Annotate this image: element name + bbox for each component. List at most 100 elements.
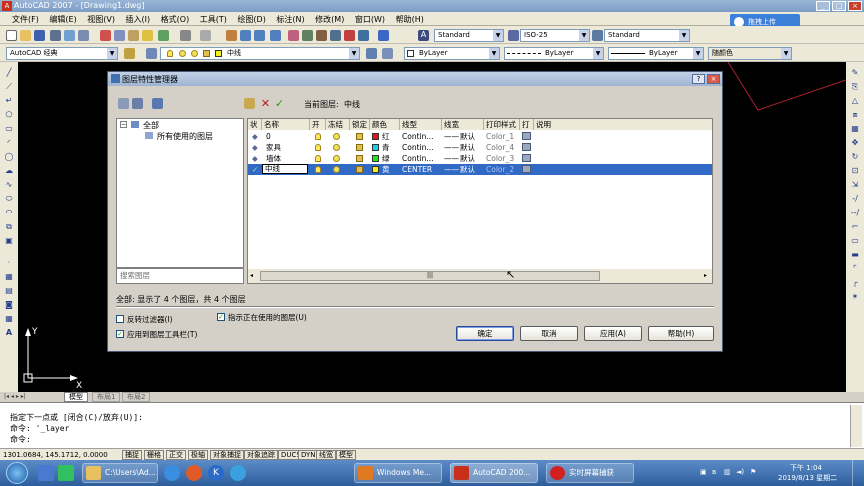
taskbar-screen-capture[interactable]: 实时屏幕捕获 [546, 463, 634, 483]
show-desktop-button[interactable] [852, 460, 864, 486]
menu-modify[interactable]: 修改(M) [311, 12, 348, 27]
taskbar-autocad[interactable]: AutoCAD 200... [450, 463, 538, 483]
col-on[interactable]: 开 [310, 119, 326, 130]
printer-icon[interactable] [522, 154, 531, 162]
move-icon[interactable]: ✥ [850, 138, 860, 148]
markup-icon[interactable] [344, 30, 355, 41]
clock-date[interactable]: 2019/8/13 星期二 [778, 473, 837, 483]
cut-icon[interactable] [100, 30, 111, 41]
sheet-set-icon[interactable] [330, 30, 341, 41]
sun-icon[interactable] [333, 133, 340, 140]
bulb-icon[interactable] [315, 133, 321, 140]
sun-icon[interactable] [333, 166, 340, 173]
text-style-icon[interactable]: A [418, 30, 429, 41]
help-icon[interactable] [378, 30, 389, 41]
polygon-icon[interactable]: ⬠ [4, 110, 14, 120]
dialog-close-button[interactable]: × [707, 74, 720, 84]
undo-icon[interactable] [180, 30, 191, 41]
layer-row[interactable]: ◆ 墙体 绿 Contin... —— 默认 Color_3 [248, 153, 712, 164]
col-lineweight[interactable]: 线宽 [442, 119, 484, 130]
construction-line-icon[interactable]: ⟋ [4, 82, 14, 92]
scroll-right-icon[interactable]: ▸ [704, 272, 707, 279]
bulb-icon[interactable] [315, 155, 321, 162]
arc-icon[interactable]: ◜ [4, 138, 14, 148]
col-freeze[interactable]: 冻结 [326, 119, 350, 130]
scale-icon[interactable]: ⊡ [850, 166, 860, 176]
explode-icon[interactable]: ✶ [850, 292, 860, 302]
layer-lineweight[interactable]: 默认 [458, 131, 475, 142]
dialog-title-bar[interactable]: 图层特性管理器 ? × [108, 72, 722, 86]
preview-icon[interactable] [64, 30, 75, 41]
menu-format[interactable]: 格式(O) [157, 12, 194, 27]
col-description[interactable]: 说明 [534, 119, 712, 130]
design-center-icon[interactable] [302, 30, 313, 41]
layer-linetype[interactable]: Contin... [400, 131, 434, 142]
horizontal-scrollbar[interactable]: ◂ ||| ▸ [248, 269, 712, 283]
lock-icon[interactable] [356, 166, 363, 173]
layer-lineweight[interactable]: 默认 [458, 164, 475, 175]
layer-color-swatch[interactable] [372, 166, 379, 173]
col-plot[interactable]: 打 [520, 119, 534, 130]
grid-toggle[interactable]: 栅格 [144, 450, 164, 460]
menu-window[interactable]: 窗口(W) [351, 12, 389, 27]
otrack-toggle[interactable]: 对象追踪 [244, 450, 278, 460]
layer-previous-icon[interactable] [382, 48, 393, 59]
col-color[interactable]: 颜色 [370, 119, 400, 130]
bluetooth-icon[interactable]: ʙ [712, 468, 716, 476]
apply-to-toolbar-checkbox[interactable]: ✓ [116, 330, 124, 338]
publish-icon[interactable] [78, 30, 89, 41]
osnap-toggle[interactable]: 对象捕捉 [210, 450, 244, 460]
menu-draw[interactable]: 绘图(D) [233, 12, 269, 27]
close-button[interactable]: × [848, 1, 862, 11]
layer-color-swatch[interactable] [372, 155, 379, 162]
layer-color-swatch[interactable] [372, 144, 379, 151]
col-plotstyle[interactable]: 打印样式 [484, 119, 520, 130]
set-current-icon[interactable]: ✓ [274, 98, 285, 109]
network-icon[interactable]: ▥ [724, 468, 731, 476]
circle-icon[interactable]: ◯ [4, 152, 14, 162]
color-select[interactable]: ByLayer ▼ [404, 47, 500, 60]
copy-object-icon[interactable]: ⎘ [850, 82, 860, 92]
coordinate-readout[interactable]: 1301.0684, 145.1712, 0.0000 [3, 451, 108, 459]
redo-icon[interactable] [200, 30, 211, 41]
scroll-left-icon[interactable]: ◂ [250, 272, 253, 279]
menu-view[interactable]: 视图(V) [83, 12, 119, 27]
open-icon[interactable] [20, 30, 31, 41]
menu-dimension[interactable]: 标注(N) [272, 12, 308, 27]
menu-tools[interactable]: 工具(T) [196, 12, 231, 27]
tree-collapse-toggle[interactable]: − [120, 121, 127, 128]
rectangle-icon[interactable]: ▭ [4, 124, 14, 134]
revision-cloud-icon[interactable]: ☁ [4, 166, 14, 176]
linetype-select[interactable]: ByLayer ▼ [504, 47, 604, 60]
help-button[interactable]: 帮助(H) [648, 326, 714, 341]
paste-icon[interactable] [128, 30, 139, 41]
printer-icon[interactable] [522, 143, 531, 151]
new-icon[interactable] [6, 30, 17, 41]
layer-name[interactable]: 墙体 [264, 153, 281, 164]
ok-button[interactable]: 确定 [456, 326, 514, 341]
extend-icon[interactable]: --/ [850, 208, 860, 218]
gradient-icon[interactable]: ▤ [4, 286, 14, 296]
calculator-icon[interactable] [358, 30, 369, 41]
table-style-select[interactable]: Standard ▼ [604, 29, 690, 42]
rotate-icon[interactable]: ↻ [850, 152, 860, 162]
plot-icon[interactable] [50, 30, 61, 41]
lineweight-toggle[interactable]: 线宽 [316, 450, 336, 460]
layer-name-edit-field[interactable]: 中线 [262, 164, 308, 174]
chamfer-icon[interactable]: ⌜ [850, 264, 860, 274]
polar-toggle[interactable]: 极轴 [188, 450, 208, 460]
tab-model[interactable]: 模型 [64, 392, 88, 402]
layer-lineweight[interactable]: 默认 [458, 142, 475, 153]
taskbar-media-player[interactable]: Windows Me... [354, 463, 442, 483]
stretch-icon[interactable]: ⇲ [850, 180, 860, 190]
tab-layout1[interactable]: 布局1 [92, 392, 121, 402]
printer-icon[interactable] [522, 132, 531, 140]
zoom-realtime-icon[interactable] [240, 30, 251, 41]
ellipse-icon[interactable]: ⬭ [4, 194, 14, 204]
table-icon[interactable]: ▦ [4, 314, 14, 324]
hatch-icon[interactable]: ▦ [4, 272, 14, 282]
clock-time[interactable]: 下午 1:04 [790, 463, 822, 473]
bulb-icon[interactable] [315, 166, 321, 173]
ellipse-arc-icon[interactable]: ◠ [4, 208, 14, 218]
layer-row[interactable]: ◆ 0 红 Contin... —— 默认 Color_1 [248, 131, 712, 142]
